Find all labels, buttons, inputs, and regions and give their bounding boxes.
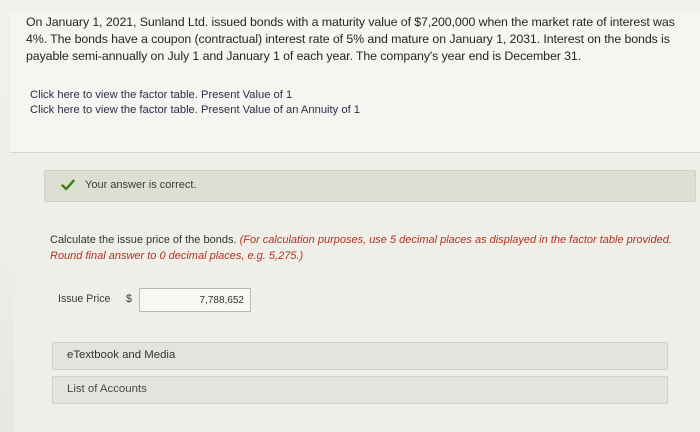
currency-symbol: $ [126,293,132,305]
answer-status-bar: Your answer is correct. [44,170,696,202]
question-panel: On January 1, 2021, Sunland Ltd. issued … [10,12,700,153]
list-of-accounts-button[interactable]: List of Accounts [52,376,668,404]
page: On January 1, 2021, Sunland Ltd. issued … [0,0,700,432]
etextbook-media-button[interactable]: eTextbook and Media [52,342,668,370]
answer-panel: Your answer is correct. Calculate the is… [14,156,700,432]
instruction-text: Calculate the issue price of the bonds. … [50,232,690,264]
factor-table-links: Click here to view the factor table. Pre… [30,88,360,118]
etextbook-media-label: eTextbook and Media [67,349,176,361]
question-text: On January 1, 2021, Sunland Ltd. issued … [26,15,675,63]
present-value-of-1-link[interactable]: Click here to view the factor table. Pre… [30,88,360,103]
issue-price-label: Issue Price [58,293,111,305]
present-value-of-annuity-link[interactable]: Click here to view the factor table. Pre… [30,103,360,118]
issue-price-input[interactable] [139,288,251,312]
list-of-accounts-label: List of Accounts [67,383,147,395]
answer-status-text: Your answer is correct. [85,179,197,191]
checkmark-icon [61,179,75,191]
instruction-main: Calculate the issue price of the bonds. [50,234,237,246]
